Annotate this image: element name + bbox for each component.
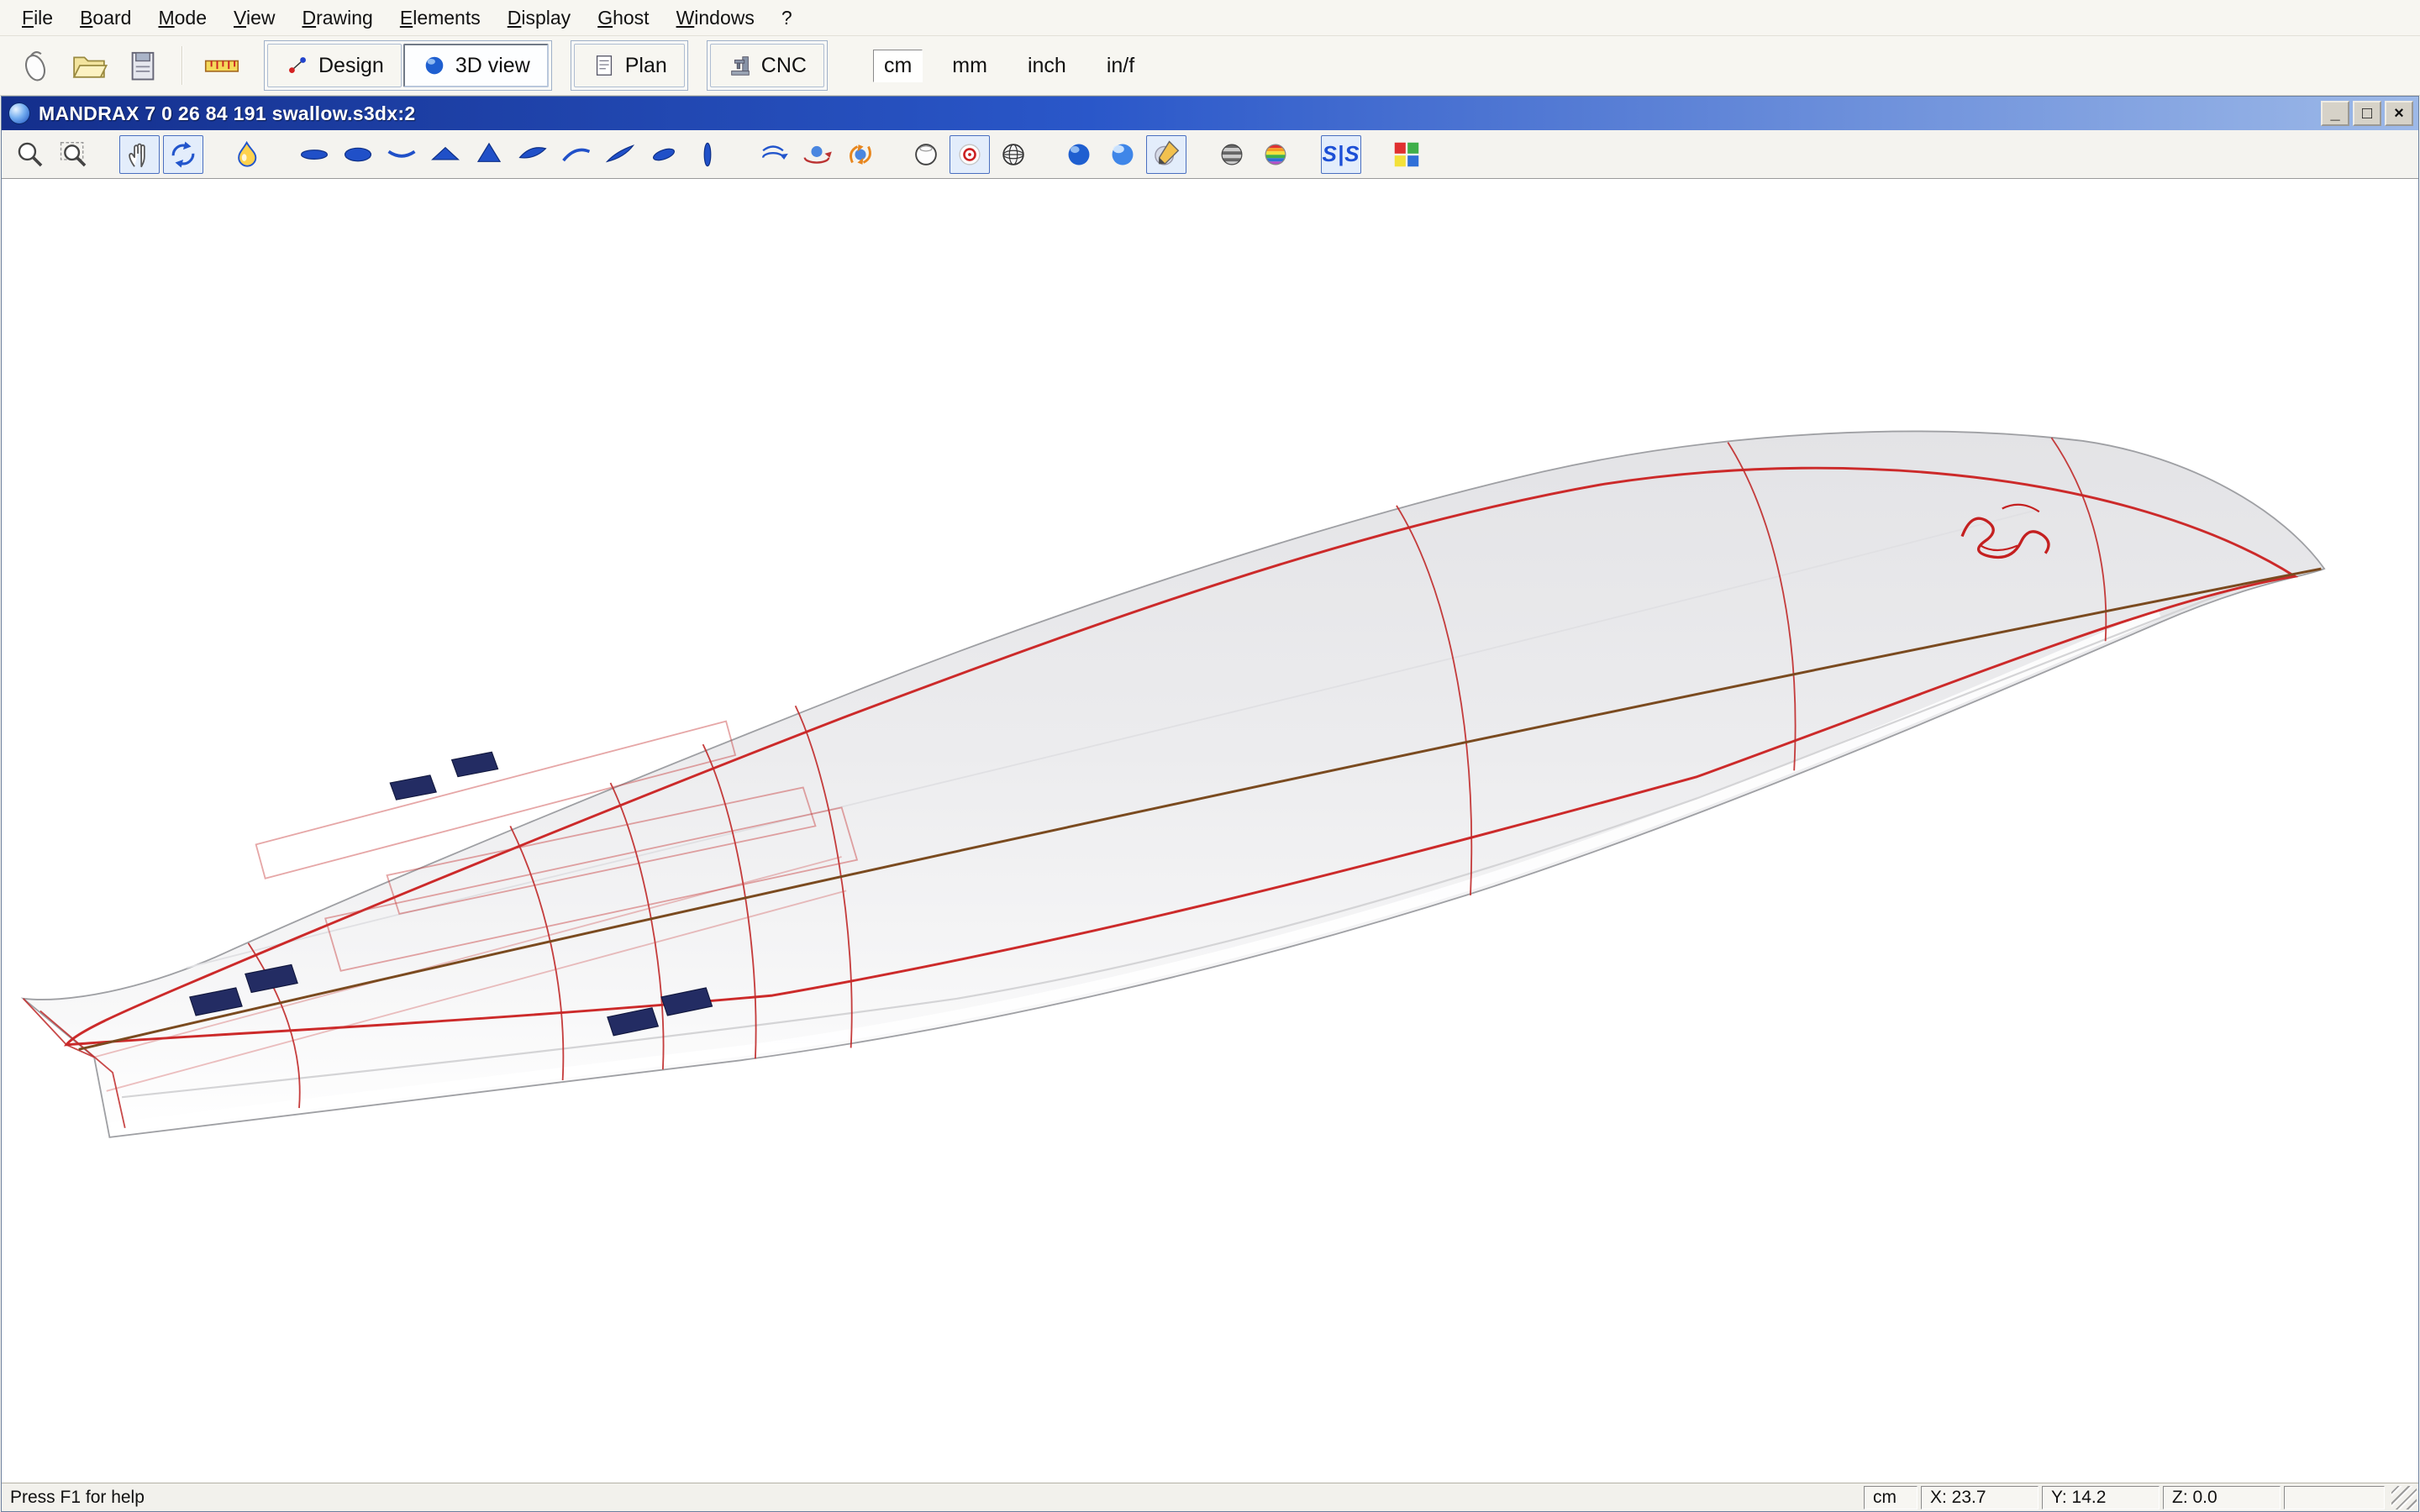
menu-drawing[interactable]: Drawing [288, 3, 386, 33]
hollow-view-icon[interactable] [906, 135, 946, 174]
status-spare-field [2284, 1486, 2385, 1509]
3d-view-mode-label: 3D view [455, 54, 530, 78]
outline-top-icon[interactable] [294, 135, 334, 174]
view-toolbar: S|S [2, 130, 2418, 179]
dimensions-ruler-icon[interactable] [198, 42, 245, 89]
application-window: File Board Mode View Drawing Elements Di… [0, 0, 2420, 1512]
3d-viewport[interactable] [2, 179, 2418, 1483]
document-window: MANDRAX 7 0 26 84 191 swallow.s3dx:2 _ □… [1, 96, 2419, 1512]
spin-vertical-icon[interactable] [840, 135, 881, 174]
banded-view-icon[interactable] [1212, 135, 1252, 174]
profile-lens-icon[interactable] [687, 135, 728, 174]
open-file-icon[interactable] [66, 42, 113, 89]
plan-mode-button[interactable]: Plan [574, 44, 685, 87]
status-help-text: Press F1 for help [2, 1488, 1864, 1508]
flow-curve-icon[interactable] [556, 135, 597, 174]
menu-elements[interactable]: Elements [387, 3, 494, 33]
document-title: MANDRAX 7 0 26 84 191 swallow.s3dx:2 [39, 102, 2321, 125]
zoom-window-icon[interactable] [54, 135, 94, 174]
cnc-mode-label: CNC [761, 54, 807, 78]
menu-display[interactable]: Display [494, 3, 584, 33]
outline-bottom-icon[interactable] [338, 135, 378, 174]
zoom-icon[interactable] [10, 135, 50, 174]
menu-ghost[interactable]: Ghost [584, 3, 662, 33]
ring-slice-view-icon[interactable] [950, 135, 990, 174]
fin-box [390, 775, 436, 800]
maximize-button[interactable]: □ [2353, 101, 2381, 126]
close-button[interactable]: × [2385, 101, 2413, 126]
status-x-coordinate: X: 23.7 [1921, 1486, 2039, 1509]
unit-inf[interactable]: in/f [1096, 50, 1145, 82]
flow-lens-icon[interactable] [513, 135, 553, 174]
shaded-view-icon[interactable] [1059, 135, 1099, 174]
3d-view-mode-button[interactable]: 3D view [403, 44, 549, 87]
menu-windows[interactable]: Windows [663, 3, 768, 33]
save-board-icon[interactable] [119, 42, 166, 89]
menu-file[interactable]: File [8, 3, 66, 33]
cnc-group: CNC [707, 40, 828, 91]
cnc-machine-icon [728, 53, 753, 78]
plan-mode-label: Plan [625, 54, 667, 78]
window-controls: _ □ × [2321, 101, 2413, 126]
wireframe-view-icon[interactable] [993, 135, 1034, 174]
status-bar: Press F1 for help cm X: 23.7 Y: 14.2 Z: … [2, 1483, 2418, 1511]
sls-glyph: S|S [1323, 141, 1360, 167]
menu-bar: File Board Mode View Drawing Elements Di… [0, 0, 2420, 36]
section-front-icon[interactable] [425, 135, 466, 174]
unit-mm[interactable]: mm [941, 50, 998, 82]
minimize-button[interactable]: _ [2321, 101, 2349, 126]
unit-cm[interactable]: cm [873, 50, 923, 82]
document-titlebar[interactable]: MANDRAX 7 0 26 84 191 swallow.s3dx:2 _ □… [2, 97, 2418, 130]
unit-selector: cm mm inch in/f [873, 50, 1145, 82]
resize-grip[interactable] [2391, 1486, 2417, 1509]
curvature-sls-icon[interactable]: S|S [1321, 135, 1361, 174]
rocker-line-icon[interactable] [381, 135, 422, 174]
spin-horizontal-icon[interactable] [797, 135, 837, 174]
menu-view[interactable]: View [220, 3, 288, 33]
design-mode-button[interactable]: Design [267, 44, 402, 87]
menu-help[interactable]: ? [768, 3, 806, 33]
cnc-mode-button[interactable]: CNC [710, 44, 824, 87]
shape3d-app-icon [8, 102, 30, 124]
rail-ellipse-icon[interactable] [644, 135, 684, 174]
rainbow-view-icon[interactable] [1255, 135, 1296, 174]
3d-sphere-icon [422, 53, 447, 78]
flow-slant-icon[interactable] [600, 135, 640, 174]
color-zones-icon[interactable] [1386, 135, 1427, 174]
pan-icon[interactable] [119, 135, 160, 174]
unit-inch[interactable]: inch [1017, 50, 1077, 82]
design-spline-icon [285, 53, 310, 78]
toolbar-separator [182, 46, 183, 85]
surfboard-3d-render [2, 179, 2418, 1483]
smooth-view-icon[interactable] [1102, 135, 1143, 174]
pointer-tool-icon[interactable] [12, 42, 59, 89]
light-source-icon[interactable] [229, 135, 269, 174]
plan-document-icon [592, 53, 617, 78]
plan-group: Plan [571, 40, 688, 91]
menu-board[interactable]: Board [66, 3, 145, 33]
design-mode-label: Design [318, 54, 384, 78]
fin-box [452, 753, 498, 777]
section-tall-icon[interactable] [469, 135, 509, 174]
board-hull [24, 432, 2324, 1137]
status-unit: cm [1864, 1486, 1918, 1509]
status-z-coordinate: Z: 0.0 [2163, 1486, 2281, 1509]
status-y-coordinate: Y: 14.2 [2042, 1486, 2160, 1509]
flip-view-icon[interactable] [753, 135, 793, 174]
marker-view-icon[interactable] [1146, 135, 1186, 174]
design-3dview-group: Design 3D view [264, 40, 552, 91]
menu-mode[interactable]: Mode [145, 3, 220, 33]
main-toolbar: Design 3D view Plan CNC cm mm inch in/f [0, 36, 2420, 96]
rotate-3d-icon[interactable] [163, 135, 203, 174]
